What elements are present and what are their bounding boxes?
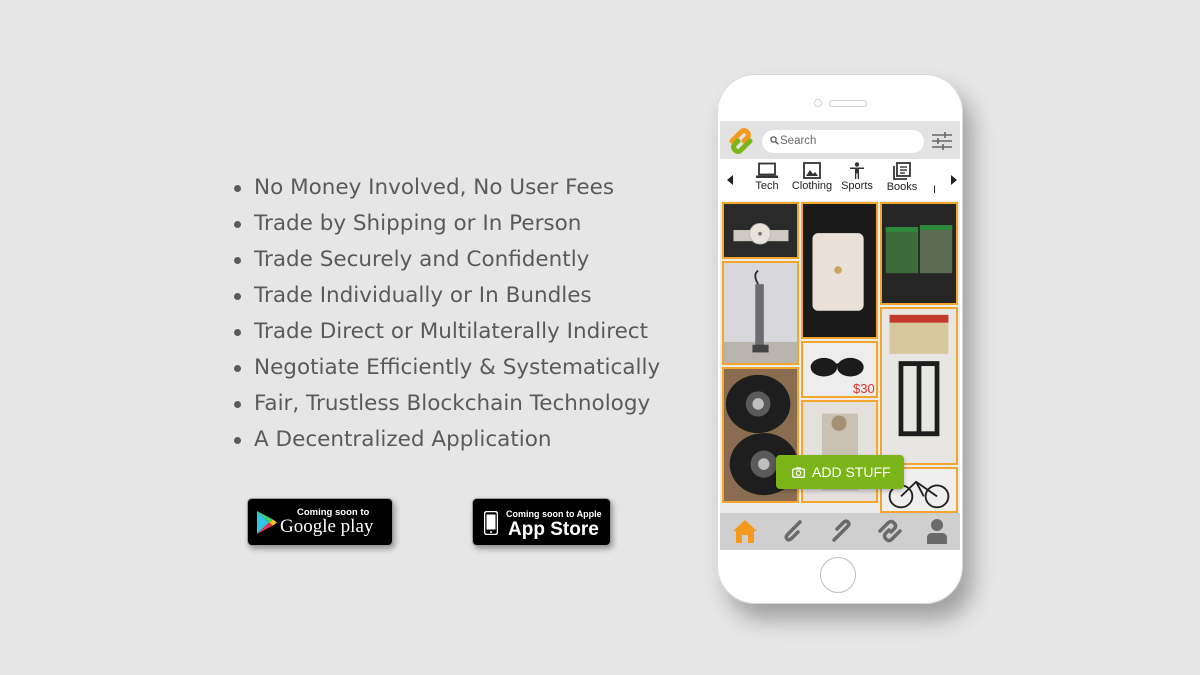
watch-photo: [724, 204, 797, 257]
category-books[interactable]: Books: [884, 162, 920, 193]
category-sports[interactable]: Sports: [839, 162, 875, 192]
scroll-left-arrow-icon[interactable]: [727, 175, 733, 185]
image-icon: [803, 162, 821, 179]
listing-tile[interactable]: [880, 307, 958, 465]
phone-speaker: [829, 100, 867, 107]
search-icon: [770, 136, 779, 145]
filter-settings-icon[interactable]: [932, 132, 952, 150]
feature-item: A Decentralized Application: [232, 422, 660, 458]
bullet-icon: [234, 221, 241, 228]
category-bar: Tech Clothing Sports Books I: [720, 159, 960, 201]
bullet-icon: [234, 437, 241, 444]
games-photo: [882, 204, 956, 303]
listing-tile[interactable]: [880, 202, 958, 305]
tv-mount-photo: [882, 309, 956, 463]
add-stuff-label: ADD STUFF: [812, 464, 891, 480]
listing-tile[interactable]: [722, 202, 799, 259]
wallet-photo: [803, 204, 876, 337]
link-diagonal-icon[interactable]: [828, 518, 854, 544]
feature-item: Trade Direct or Multilaterally Indirect: [232, 314, 660, 350]
category-label: Tech: [755, 180, 779, 192]
search-placeholder: Search: [780, 135, 817, 147]
category-label: Clothing: [791, 180, 833, 192]
link-single-icon[interactable]: [780, 518, 806, 544]
app-store-badge[interactable]: Coming soon to Apple App Store: [472, 498, 611, 546]
bullet-icon: [234, 401, 241, 408]
bullet-icon: [234, 257, 241, 264]
add-stuff-button[interactable]: ADD STUFF: [776, 455, 904, 489]
home-icon[interactable]: [732, 518, 758, 544]
app-logo-icon: [729, 128, 753, 154]
feature-item: Trade Individually or In Bundles: [232, 278, 660, 314]
feature-list: No Money Involved, No User Fees Trade by…: [232, 170, 660, 458]
bottom-nav: [720, 513, 960, 550]
phone-home-button[interactable]: [820, 557, 856, 593]
listing-tile[interactable]: [801, 202, 878, 339]
feature-item: Fair, Trustless Blockchain Technology: [232, 386, 660, 422]
bullet-icon: [234, 365, 241, 372]
camera-icon: [792, 467, 805, 478]
link-double-icon[interactable]: [876, 518, 904, 544]
phone-icon: [484, 511, 498, 535]
feature-item: Trade by Shipping or In Person: [232, 206, 660, 242]
feature-item: Trade Securely and Confidently: [232, 242, 660, 278]
bullet-icon: [234, 329, 241, 336]
search-input[interactable]: Search: [762, 130, 924, 153]
category-label: Sports: [841, 180, 873, 192]
phone-mockup: Search Tech Clothing Sports Books I $30 …: [717, 74, 963, 604]
laptop-icon: [756, 162, 778, 178]
badge-store-name: Google play: [280, 516, 374, 537]
category-clothing[interactable]: Clothing: [790, 162, 834, 192]
category-more[interactable]: I: [933, 184, 936, 196]
category-tech[interactable]: Tech: [753, 162, 781, 192]
badge-caption: Coming soon to Apple: [506, 509, 602, 519]
bullet-icon: [234, 185, 241, 192]
scroll-right-arrow-icon[interactable]: [951, 175, 957, 185]
listing-tile[interactable]: $30: [801, 341, 878, 398]
bullet-icon: [234, 293, 241, 300]
category-label: Books: [886, 181, 918, 193]
book-stack-icon: [893, 162, 911, 180]
price-tag: $30: [853, 381, 875, 396]
feature-item: Negotiate Efficiently & Systematically: [232, 350, 660, 386]
feature-item: No Money Involved, No User Fees: [232, 170, 660, 206]
listing-tile[interactable]: [722, 261, 799, 365]
google-play-badge[interactable]: Coming soon to Google play: [247, 498, 393, 546]
app-top-bar: Search: [720, 121, 960, 159]
badge-store-name: App Store: [508, 519, 599, 540]
phone-camera: [814, 99, 822, 107]
person-icon: [850, 162, 864, 179]
app-screen: Search Tech Clothing Sports Books I $30 …: [720, 121, 960, 550]
profile-icon[interactable]: [926, 518, 948, 544]
vacuum-photo: [724, 263, 797, 363]
google-play-icon: [257, 511, 277, 534]
